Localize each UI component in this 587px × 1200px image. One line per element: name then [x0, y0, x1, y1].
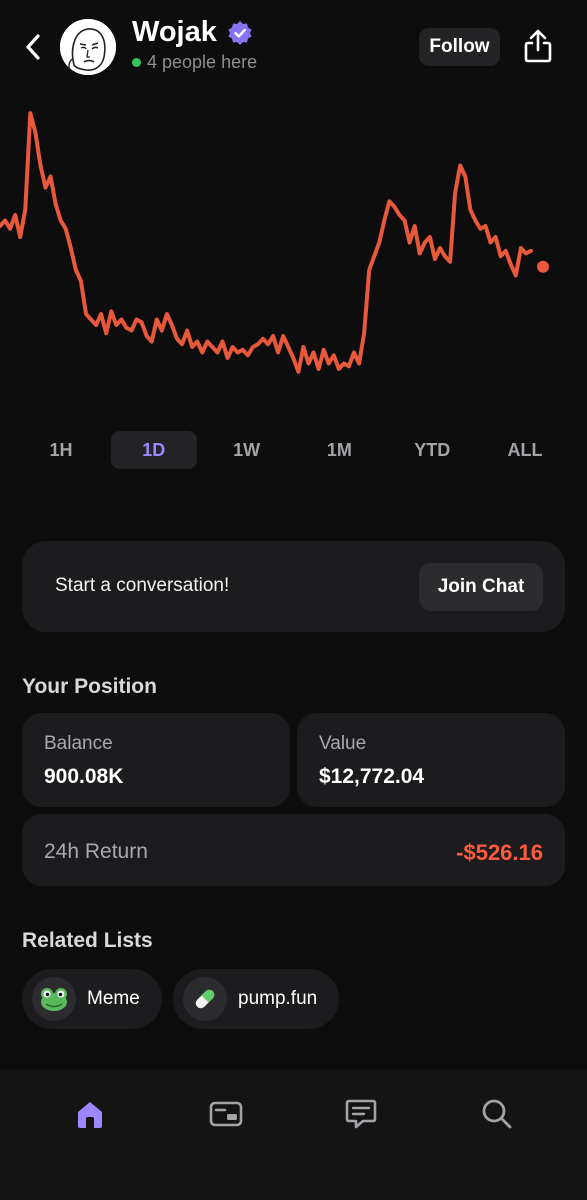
follow-button[interactable]: Follow: [419, 28, 500, 66]
balance-label: Balance: [44, 733, 113, 754]
verified-badge-icon: [228, 20, 252, 45]
header: Wojak 4 people here Follow: [0, 0, 587, 90]
position-section-title: Your Position: [22, 675, 157, 698]
current-price-dot: [537, 260, 549, 273]
related-list-label: pump.fun: [238, 988, 318, 1009]
home-icon: [78, 1102, 102, 1128]
related-list-meme[interactable]: Meme: [22, 969, 162, 1029]
balance-card: Balance 900.08K: [22, 713, 290, 807]
online-dot-icon: [132, 58, 141, 67]
share-button[interactable]: [520, 25, 556, 67]
range-1d[interactable]: 1D: [110, 431, 197, 469]
online-count: 4 people here: [147, 52, 258, 72]
return-label: 24h Return: [44, 840, 148, 863]
join-chat-button[interactable]: Join Chat: [419, 563, 543, 611]
page-title: Wojak: [132, 16, 217, 48]
tab-search[interactable]: [472, 1094, 522, 1134]
range-ytd[interactable]: YTD: [389, 431, 475, 469]
value-card: Value $12,772.04: [297, 713, 565, 807]
back-button[interactable]: [18, 30, 48, 64]
chevron-left-icon: [26, 34, 40, 60]
frog-icon: [32, 977, 76, 1021]
range-all[interactable]: ALL: [482, 431, 568, 469]
online-status: 4 people here: [132, 52, 257, 73]
conversation-card: Start a conversation! Join Chat: [22, 541, 565, 632]
range-1h[interactable]: 1H: [18, 431, 104, 469]
related-list-label: Meme: [87, 988, 140, 1009]
tab-wallet[interactable]: [201, 1094, 251, 1134]
wojak-face-icon: [60, 19, 116, 75]
related-section-title: Related Lists: [22, 929, 153, 952]
conversation-prompt: Start a conversation!: [55, 575, 230, 596]
value-amount: $12,772.04: [319, 765, 425, 788]
tab-home[interactable]: [65, 1094, 115, 1134]
avatar[interactable]: [60, 19, 116, 75]
tab-chat[interactable]: [336, 1094, 386, 1134]
title-block: Wojak 4 people here: [132, 16, 257, 73]
pill-icon: [183, 977, 227, 1021]
price-chart[interactable]: [0, 95, 587, 400]
time-range-selector: 1H 1D 1W 1M YTD ALL: [18, 431, 568, 469]
range-1m[interactable]: 1M: [296, 431, 382, 469]
chat-icon: [345, 1099, 377, 1129]
wallet-card-icon: [209, 1101, 243, 1127]
return-value: -$526.16: [456, 840, 543, 865]
share-icon: [524, 29, 552, 63]
search-icon: [482, 1099, 512, 1129]
balance-value: 900.08K: [44, 765, 124, 788]
range-1w[interactable]: 1W: [204, 431, 290, 469]
related-list-pumpfun[interactable]: pump.fun: [173, 969, 340, 1029]
value-label: Value: [319, 733, 367, 754]
bottom-tab-bar: [0, 1070, 587, 1200]
price-line: [0, 111, 533, 374]
return-card: 24h Return -$526.16: [22, 814, 565, 886]
